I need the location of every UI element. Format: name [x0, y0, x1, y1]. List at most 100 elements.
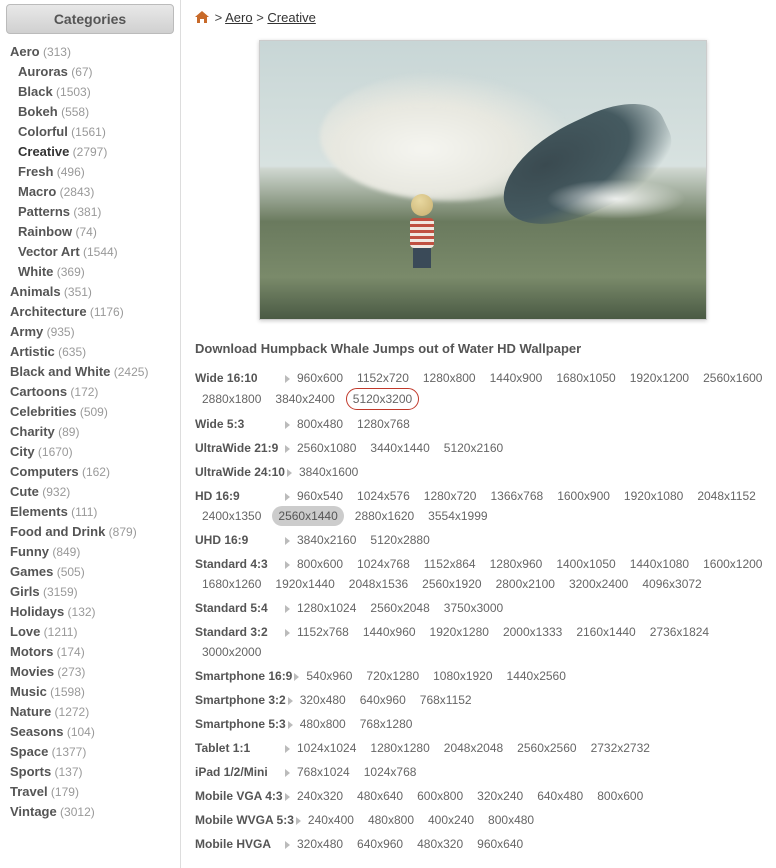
resolution-link[interactable]: 1024x1024	[297, 738, 356, 758]
category-link[interactable]: Animals	[10, 284, 61, 299]
resolution-link[interactable]: 1152x720	[357, 368, 409, 388]
resolution-link[interactable]: 3000x2000	[202, 642, 261, 662]
resolution-link[interactable]: 480x320	[417, 834, 463, 854]
resolution-link[interactable]: 1024x576	[357, 486, 410, 506]
resolution-link[interactable]: 2048x1152	[697, 486, 756, 506]
category-link[interactable]: Fresh	[18, 164, 53, 179]
category-link[interactable]: Funny	[10, 544, 49, 559]
resolution-link[interactable]: 2048x2048	[444, 738, 503, 758]
category-link[interactable]: Black and White	[10, 364, 110, 379]
category-link[interactable]: Celebrities	[10, 404, 76, 419]
resolution-link[interactable]: 768x1024	[297, 762, 350, 782]
resolution-link[interactable]: 2736x1824	[650, 622, 709, 642]
category-link[interactable]: Macro	[18, 184, 56, 199]
resolution-link[interactable]: 1280x1280	[370, 738, 429, 758]
resolution-link[interactable]: 1440x2560	[507, 666, 566, 686]
resolution-link[interactable]: 1920x1200	[630, 368, 689, 388]
resolution-link[interactable]: 3200x2400	[569, 574, 628, 594]
resolution-link[interactable]: 540x960	[306, 666, 352, 686]
resolution-link[interactable]: 3840x1600	[299, 462, 358, 482]
category-link[interactable]: Seasons	[10, 724, 63, 739]
resolution-link[interactable]: 2160x1440	[576, 622, 635, 642]
category-link[interactable]: White	[18, 264, 53, 279]
resolution-link[interactable]: 3554x1999	[428, 506, 487, 526]
resolution-link[interactable]: 1280x960	[490, 554, 543, 574]
resolution-link[interactable]: 1600x1200	[703, 554, 762, 574]
category-link[interactable]: Motors	[10, 644, 53, 659]
resolution-link[interactable]: 480x800	[300, 714, 346, 734]
category-link[interactable]: Elements	[10, 504, 68, 519]
resolution-link[interactable]: 1366x768	[490, 486, 543, 506]
resolution-link[interactable]: 2400x1350	[202, 506, 261, 526]
resolution-link[interactable]: 1600x900	[557, 486, 610, 506]
category-link[interactable]: Vector Art	[18, 244, 80, 259]
resolution-link[interactable]: 4096x3072	[642, 574, 701, 594]
resolution-link[interactable]: 1152x864	[424, 554, 476, 574]
resolution-link[interactable]: 1440x900	[490, 368, 543, 388]
resolution-link[interactable]: 2000x1333	[503, 622, 562, 642]
resolution-link[interactable]: 3440x1440	[370, 438, 429, 458]
resolution-link[interactable]: 960x600	[297, 368, 343, 388]
resolution-link[interactable]: 480x800	[368, 810, 414, 830]
resolution-link[interactable]: 1680x1260	[202, 574, 261, 594]
resolution-link[interactable]: 800x480	[297, 414, 343, 434]
category-link[interactable]: Girls	[10, 584, 40, 599]
resolution-link[interactable]: 800x600	[297, 554, 343, 574]
category-link[interactable]: Holidays	[10, 604, 64, 619]
resolution-link[interactable]: 1280x768	[357, 414, 410, 434]
category-link[interactable]: Auroras	[18, 64, 68, 79]
resolution-link[interactable]: 3750x3000	[444, 598, 503, 618]
resolution-link[interactable]: 960x640	[477, 834, 523, 854]
resolution-link[interactable]: 320x480	[300, 690, 346, 710]
category-link[interactable]: Rainbow	[18, 224, 72, 239]
resolution-link[interactable]: 2560x1920	[422, 574, 481, 594]
resolution-link[interactable]: 2880x1620	[355, 506, 414, 526]
resolution-link[interactable]: 768x1280	[360, 714, 413, 734]
category-link[interactable]: Charity	[10, 424, 55, 439]
category-link[interactable]: Food and Drink	[10, 524, 105, 539]
resolution-link[interactable]: 2048x1536	[349, 574, 408, 594]
category-link[interactable]: Bokeh	[18, 104, 58, 119]
resolution-link[interactable]: 2880x1800	[202, 389, 261, 409]
home-icon[interactable]	[195, 11, 209, 26]
resolution-link[interactable]: 1080x1920	[433, 666, 492, 686]
resolution-link[interactable]: 240x400	[308, 810, 354, 830]
resolution-link[interactable]: 480x640	[357, 786, 403, 806]
resolution-link[interactable]: 960x540	[297, 486, 343, 506]
resolution-link[interactable]: 1920x1280	[430, 622, 489, 642]
category-link[interactable]: Love	[10, 624, 40, 639]
breadcrumb-aero[interactable]: Aero	[225, 10, 252, 25]
resolution-link[interactable]: 1920x1080	[624, 486, 683, 506]
resolution-link[interactable]: 2560x1080	[297, 438, 356, 458]
category-link[interactable]: Cute	[10, 484, 39, 499]
resolution-link[interactable]: 640x960	[360, 690, 406, 710]
resolution-link[interactable]: 2800x2100	[496, 574, 555, 594]
resolution-link[interactable]: 1024x768	[364, 762, 417, 782]
category-link[interactable]: Games	[10, 564, 53, 579]
resolution-link[interactable]: 5120x2880	[370, 530, 429, 550]
category-link[interactable]: Patterns	[18, 204, 70, 219]
resolution-link[interactable]: 1280x800	[423, 368, 476, 388]
resolution-link[interactable]: 2560x2560	[517, 738, 576, 758]
resolution-link[interactable]: 240x320	[297, 786, 343, 806]
resolution-link[interactable]: 5120x3200	[346, 388, 419, 410]
category-link[interactable]: Aero	[10, 44, 40, 59]
resolution-link[interactable]: 640x480	[537, 786, 583, 806]
resolution-link[interactable]: 640x960	[357, 834, 403, 854]
resolution-link[interactable]: 768x1152	[420, 690, 472, 710]
resolution-link[interactable]: 1680x1050	[556, 368, 615, 388]
wallpaper-thumb[interactable]	[259, 40, 707, 320]
resolution-link[interactable]: 1280x720	[424, 486, 477, 506]
resolution-link[interactable]: 1152x768	[297, 622, 349, 642]
resolution-link[interactable]: 1440x1080	[630, 554, 689, 574]
resolution-link[interactable]: 320x480	[297, 834, 343, 854]
resolution-link[interactable]: 1400x1050	[556, 554, 615, 574]
resolution-link[interactable]: 720x1280	[366, 666, 419, 686]
category-link[interactable]: Black	[18, 84, 53, 99]
resolution-link[interactable]: 3840x2400	[275, 389, 334, 409]
category-link[interactable]: Movies	[10, 664, 54, 679]
resolution-link[interactable]: 1920x1440	[275, 574, 334, 594]
resolution-link[interactable]: 2560x1600	[703, 368, 762, 388]
category-link[interactable]: Music	[10, 684, 47, 699]
category-link[interactable]: Architecture	[10, 304, 87, 319]
